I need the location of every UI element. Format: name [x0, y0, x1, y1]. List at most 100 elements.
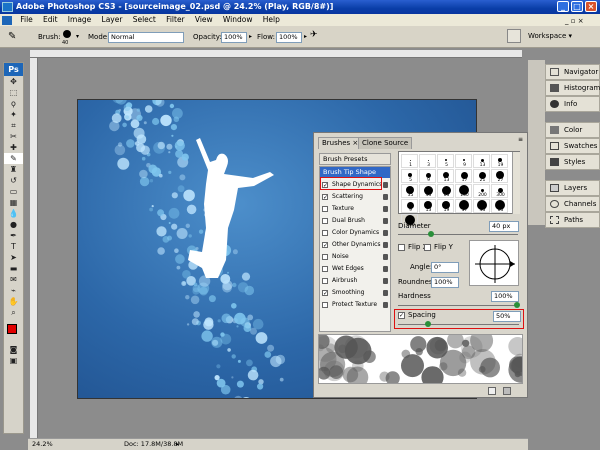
- dock-navigator[interactable]: Navigator: [545, 64, 600, 80]
- brush-angle-preview[interactable]: [469, 240, 519, 286]
- wet-edges-lock-icon[interactable]: [383, 266, 388, 272]
- brush-preset-cell[interactable]: 27: [491, 169, 508, 183]
- flip-y-checkbox[interactable]: [424, 244, 431, 251]
- mode-select[interactable]: Normal: [108, 32, 184, 43]
- diameter-field[interactable]: 40 px: [489, 221, 519, 232]
- brush-preset-cell[interactable]: 9: [401, 199, 418, 213]
- tab-clone-source[interactable]: Clone Source: [358, 137, 413, 149]
- foreground-color-swatch[interactable]: [7, 324, 17, 334]
- type-tool-icon[interactable]: T: [4, 241, 23, 252]
- brush-preset-cell[interactable]: 17: [455, 199, 472, 213]
- screen-mode-icon[interactable]: ▣: [4, 355, 23, 366]
- marquee-tool-icon[interactable]: ⬚: [4, 87, 23, 98]
- brush-preset-cell[interactable]: 45: [473, 199, 490, 213]
- angle-field[interactable]: 0°: [431, 262, 459, 273]
- menu-filter[interactable]: Filter: [162, 14, 189, 26]
- hardness-slider-thumb[interactable]: [514, 302, 520, 308]
- texture-lock-icon[interactable]: [383, 206, 388, 212]
- airbrush-icon[interactable]: ✈: [310, 30, 322, 42]
- brush-preset-cell[interactable]: 13: [419, 199, 436, 213]
- brush-preset-cell[interactable]: 13: [437, 169, 454, 183]
- brush-preset-cell[interactable]: 5: [401, 169, 418, 183]
- healing-brush-tool-icon[interactable]: ✚: [4, 142, 23, 153]
- hardness-field[interactable]: 100%: [491, 291, 519, 302]
- dock-info[interactable]: Info: [545, 96, 600, 112]
- brush-preset-cell[interactable]: 65: [437, 184, 454, 198]
- blur-tool-icon[interactable]: 💧: [4, 208, 23, 219]
- brush-preset-cell[interactable]: 1: [401, 154, 418, 168]
- airbrush-checkbox[interactable]: [322, 278, 328, 284]
- other-dynamics-checkbox[interactable]: ✓: [322, 242, 328, 249]
- brush-preset-grid[interactable]: 1 3 5 9 13 19 5 9 13 17 21 27 35 45 65 100 200 300 9 13 19 17…: [398, 151, 520, 228]
- spacing-checkbox[interactable]: ✓: [398, 312, 405, 319]
- airbrush-lock-icon[interactable]: [383, 278, 388, 284]
- color-dynamics-lock-icon[interactable]: [383, 230, 388, 236]
- menu-help[interactable]: Help: [259, 14, 284, 26]
- menu-view[interactable]: View: [191, 14, 217, 26]
- delete-preset-icon[interactable]: [503, 387, 511, 395]
- opacity-arrow-icon[interactable]: ▸: [249, 33, 252, 40]
- brush-tool-icon[interactable]: ✎: [8, 31, 20, 43]
- close-button[interactable]: ×: [585, 1, 597, 12]
- pen-tool-icon[interactable]: ✒: [4, 230, 23, 241]
- brush-option-scattering[interactable]: ✓ Scattering: [320, 192, 390, 202]
- panel-menu-icon[interactable]: ≡: [518, 136, 523, 143]
- protect-texture-checkbox[interactable]: [322, 302, 328, 308]
- brush-preset-cell[interactable]: 19: [437, 199, 454, 213]
- brush-preset-cell[interactable]: 65: [491, 199, 508, 213]
- move-tool-icon[interactable]: ✥: [4, 76, 23, 87]
- dock-styles[interactable]: Styles: [545, 154, 600, 170]
- smoothing-checkbox[interactable]: ✓: [322, 290, 328, 297]
- hardness-slider[interactable]: [398, 302, 520, 308]
- menu-file[interactable]: File: [16, 14, 37, 26]
- diameter-slider[interactable]: [398, 231, 518, 237]
- menu-edit[interactable]: Edit: [39, 14, 62, 26]
- dual-brush-lock-icon[interactable]: [383, 218, 388, 224]
- eyedropper-tool-icon[interactable]: ⌁: [4, 285, 23, 296]
- menu-select[interactable]: Select: [129, 14, 160, 26]
- dock-swatches[interactable]: Swatches: [545, 138, 600, 154]
- brush-preset-cell[interactable]: 35: [401, 184, 418, 198]
- crop-tool-icon[interactable]: ⌗: [4, 120, 23, 131]
- texture-checkbox[interactable]: [322, 206, 328, 212]
- brush-option-other-dynamics[interactable]: ✓ Other Dynamics: [320, 240, 390, 250]
- tab-brushes[interactable]: Brushes ×: [318, 137, 363, 149]
- brush-preset-cell[interactable]: 9: [419, 169, 436, 183]
- dodge-tool-icon[interactable]: ●: [4, 219, 23, 230]
- brush-presets-button[interactable]: Brush Presets: [319, 153, 391, 165]
- brush-preset-cell[interactable]: 45: [419, 184, 436, 198]
- flow-field[interactable]: 100%: [276, 32, 302, 43]
- scattering-lock-icon[interactable]: [383, 194, 388, 200]
- brush-tool-active-icon[interactable]: ✎: [4, 153, 23, 164]
- magic-wand-tool-icon[interactable]: ✦: [4, 109, 23, 120]
- flow-arrow-icon[interactable]: ▸: [304, 33, 307, 40]
- brush-preset-cell[interactable]: 100: [455, 184, 472, 198]
- brush-preset-cell[interactable]: 19: [491, 154, 508, 168]
- opacity-field[interactable]: 100%: [221, 32, 247, 43]
- brush-preset-cell[interactable]: 5: [437, 154, 454, 168]
- history-brush-tool-icon[interactable]: ↺: [4, 175, 23, 186]
- workspace-button[interactable]: Workspace ▾: [528, 32, 572, 43]
- path-selection-tool-icon[interactable]: ➤: [4, 252, 23, 263]
- shape-dynamics-lock-icon[interactable]: [383, 182, 388, 188]
- quick-mask-icon[interactable]: ◙: [4, 344, 23, 355]
- color-dynamics-checkbox[interactable]: [322, 230, 328, 236]
- brush-picker-arrow-icon[interactable]: ▾: [76, 33, 79, 40]
- brush-option-airbrush[interactable]: Airbrush: [320, 276, 390, 286]
- brush-preset-cell[interactable]: 21: [473, 169, 490, 183]
- brush-preset-cell[interactable]: 3: [419, 154, 436, 168]
- protect-texture-lock-icon[interactable]: [383, 302, 388, 308]
- smoothing-lock-icon[interactable]: [383, 290, 388, 296]
- roundness-field[interactable]: 100%: [431, 277, 459, 288]
- brush-option-texture[interactable]: Texture: [320, 204, 390, 214]
- ps-menu-icon[interactable]: [2, 15, 12, 25]
- other-dynamics-lock-icon[interactable]: [383, 242, 388, 248]
- spacing-field[interactable]: 50%: [493, 311, 521, 322]
- brush-preset-cell[interactable]: 9: [455, 154, 472, 168]
- doc-window-controls[interactable]: _ ▫ ×: [565, 15, 598, 25]
- spacing-slider[interactable]: [398, 321, 519, 327]
- minimize-button[interactable]: _: [557, 1, 569, 12]
- status-arrow-icon[interactable]: ▸: [176, 439, 179, 450]
- menu-window[interactable]: Window: [219, 14, 257, 26]
- menu-layer[interactable]: Layer: [98, 14, 127, 26]
